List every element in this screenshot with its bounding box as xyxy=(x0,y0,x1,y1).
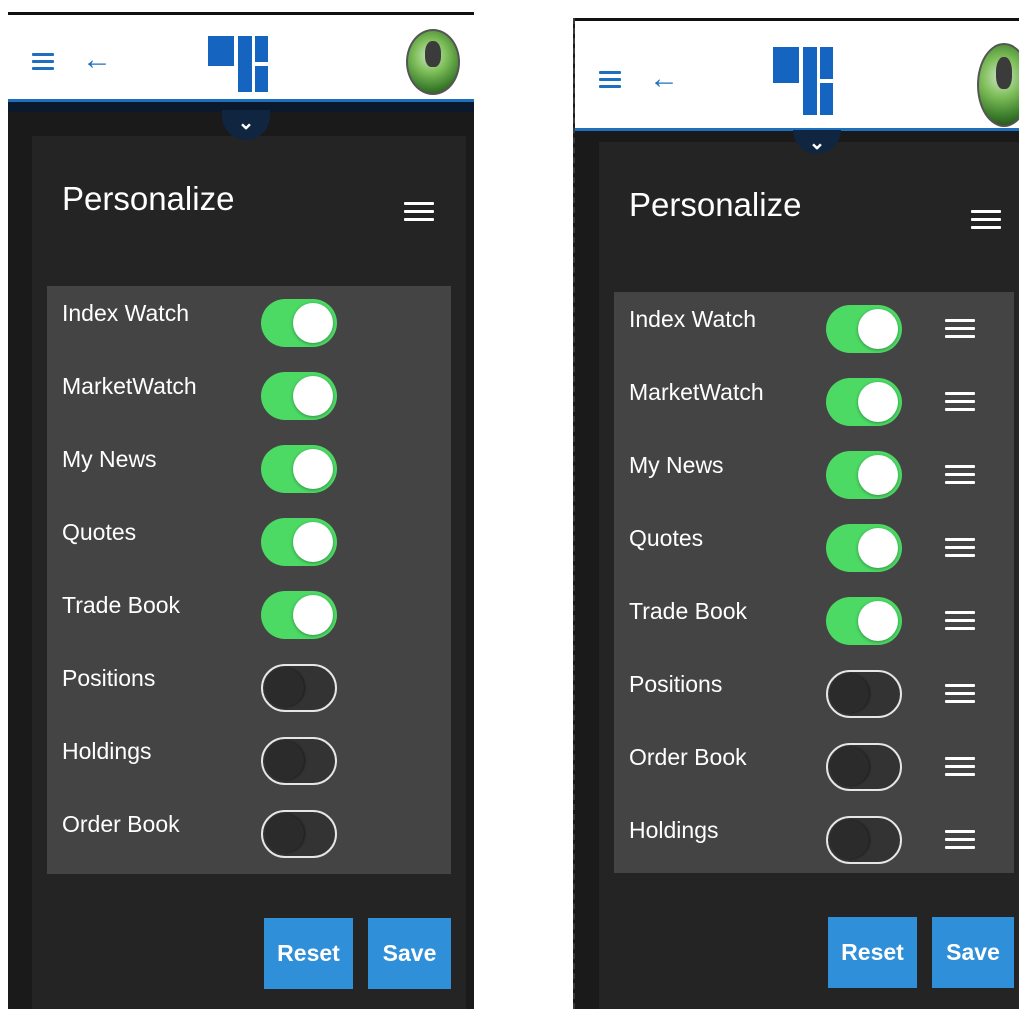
drag-handle-icon[interactable] xyxy=(945,465,975,485)
list-item: Index Watch xyxy=(614,292,1014,365)
list-item-label: My News xyxy=(629,452,724,478)
toggle-switch[interactable] xyxy=(261,664,337,712)
list-item: Order Book xyxy=(47,797,451,870)
toggle-switch[interactable] xyxy=(261,445,337,493)
toggle-switch[interactable] xyxy=(826,378,902,426)
menu-icon[interactable] xyxy=(404,202,434,224)
toggle-switch[interactable] xyxy=(261,518,337,566)
list-item-label: Trade Book xyxy=(629,598,748,624)
drag-handle-icon[interactable] xyxy=(945,538,975,558)
list-item-label: Positions xyxy=(629,671,723,697)
list-item-label: Quotes xyxy=(62,519,137,545)
toggle-switch[interactable] xyxy=(261,299,337,347)
list-item-label: Trade Book xyxy=(62,592,181,618)
drag-handle-icon[interactable] xyxy=(945,830,975,850)
toggle-switch[interactable] xyxy=(826,524,902,572)
back-arrow-icon[interactable]: ← xyxy=(649,64,679,94)
widget-list: Index Watch MarketWatch My News Quotes Trade… xyxy=(614,292,1014,873)
list-item-label: Quotes xyxy=(629,525,704,551)
microphone-icon[interactable] xyxy=(406,29,460,95)
app-logo xyxy=(773,47,835,115)
drag-handle-icon[interactable] xyxy=(945,392,975,412)
save-button[interactable]: Save xyxy=(368,918,451,989)
microphone-icon[interactable] xyxy=(977,43,1019,127)
list-item: Holdings xyxy=(47,724,451,797)
toggle-knob xyxy=(858,455,898,495)
toggle-switch[interactable] xyxy=(826,743,902,791)
app-logo xyxy=(208,36,270,92)
list-item: Index Watch xyxy=(47,286,451,359)
toggle-knob xyxy=(293,303,333,343)
list-item: My News xyxy=(614,438,1014,511)
toggle-switch[interactable] xyxy=(261,591,337,639)
toggle-knob xyxy=(858,601,898,641)
toggle-switch[interactable] xyxy=(826,305,902,353)
toggle-knob xyxy=(265,814,304,853)
list-item-label: Order Book xyxy=(629,744,747,770)
toggle-knob xyxy=(293,449,333,489)
personalize-panel: Personalize Index Watch MarketWatch My New… xyxy=(599,142,1019,1009)
list-item: MarketWatch xyxy=(47,359,451,432)
app-header: ← xyxy=(575,21,1019,131)
toggle-knob xyxy=(830,747,869,786)
list-item-label: Holdings xyxy=(62,738,152,764)
back-arrow-icon[interactable]: ← xyxy=(82,45,112,75)
toggle-switch[interactable] xyxy=(261,372,337,420)
toggle-switch[interactable] xyxy=(261,737,337,785)
drag-handle-icon[interactable] xyxy=(945,611,975,631)
widget-list: Index Watch MarketWatch My News Quotes Trade… xyxy=(47,286,451,874)
hamburger-icon[interactable] xyxy=(599,71,621,89)
list-item-label: Order Book xyxy=(62,811,180,837)
toggle-switch[interactable] xyxy=(826,670,902,718)
list-item: MarketWatch xyxy=(614,365,1014,438)
toggle-knob xyxy=(830,820,869,859)
list-item: Trade Book xyxy=(614,584,1014,657)
toggle-knob xyxy=(293,376,333,416)
list-item-label: MarketWatch xyxy=(62,373,197,399)
list-item-label: Index Watch xyxy=(629,306,756,332)
toggle-switch[interactable] xyxy=(826,451,902,499)
toggle-knob xyxy=(293,522,333,562)
list-item: Order Book xyxy=(614,730,1014,803)
list-item-label: Positions xyxy=(62,665,156,691)
toggle-switch[interactable] xyxy=(826,597,902,645)
toggle-knob xyxy=(858,382,898,422)
list-item: My News xyxy=(47,432,451,505)
toggle-knob xyxy=(265,668,304,707)
toggle-knob xyxy=(265,741,304,780)
reset-button[interactable]: Reset xyxy=(264,918,353,989)
drag-handle-icon[interactable] xyxy=(945,684,975,704)
app-header: ← xyxy=(8,15,474,102)
list-item-label: Index Watch xyxy=(62,300,189,326)
toggle-switch[interactable] xyxy=(261,810,337,858)
reset-button[interactable]: Reset xyxy=(828,917,917,988)
toggle-knob xyxy=(293,595,333,635)
list-item: Quotes xyxy=(47,505,451,578)
list-item-label: MarketWatch xyxy=(629,379,764,405)
personalize-panel: Personalize Index Watch MarketWatch My New… xyxy=(32,136,466,1009)
save-button[interactable]: Save xyxy=(932,917,1014,988)
toggle-switch[interactable] xyxy=(826,816,902,864)
list-item: Positions xyxy=(47,651,451,724)
list-item-label: Holdings xyxy=(629,817,719,843)
phone-screen-left: ← ⌄ Personalize Index Watch MarketWatch My… xyxy=(8,12,474,1009)
phone-screen-right: ← ⌄ Personalize Index Watch MarketWatch My… xyxy=(573,18,1019,1009)
page-title: Personalize xyxy=(62,180,235,217)
drag-handle-icon[interactable] xyxy=(945,319,975,339)
drag-handle-icon[interactable] xyxy=(945,757,975,777)
toggle-knob xyxy=(858,528,898,568)
hamburger-icon[interactable] xyxy=(32,53,54,71)
toggle-knob xyxy=(858,309,898,349)
list-item: Trade Book xyxy=(47,578,451,651)
list-item-label: My News xyxy=(62,446,157,472)
list-item: Positions xyxy=(614,657,1014,730)
list-item: Holdings xyxy=(614,803,1014,876)
page-title: Personalize xyxy=(629,186,802,223)
toggle-knob xyxy=(830,674,869,713)
list-item: Quotes xyxy=(614,511,1014,584)
menu-icon[interactable] xyxy=(971,210,1001,232)
